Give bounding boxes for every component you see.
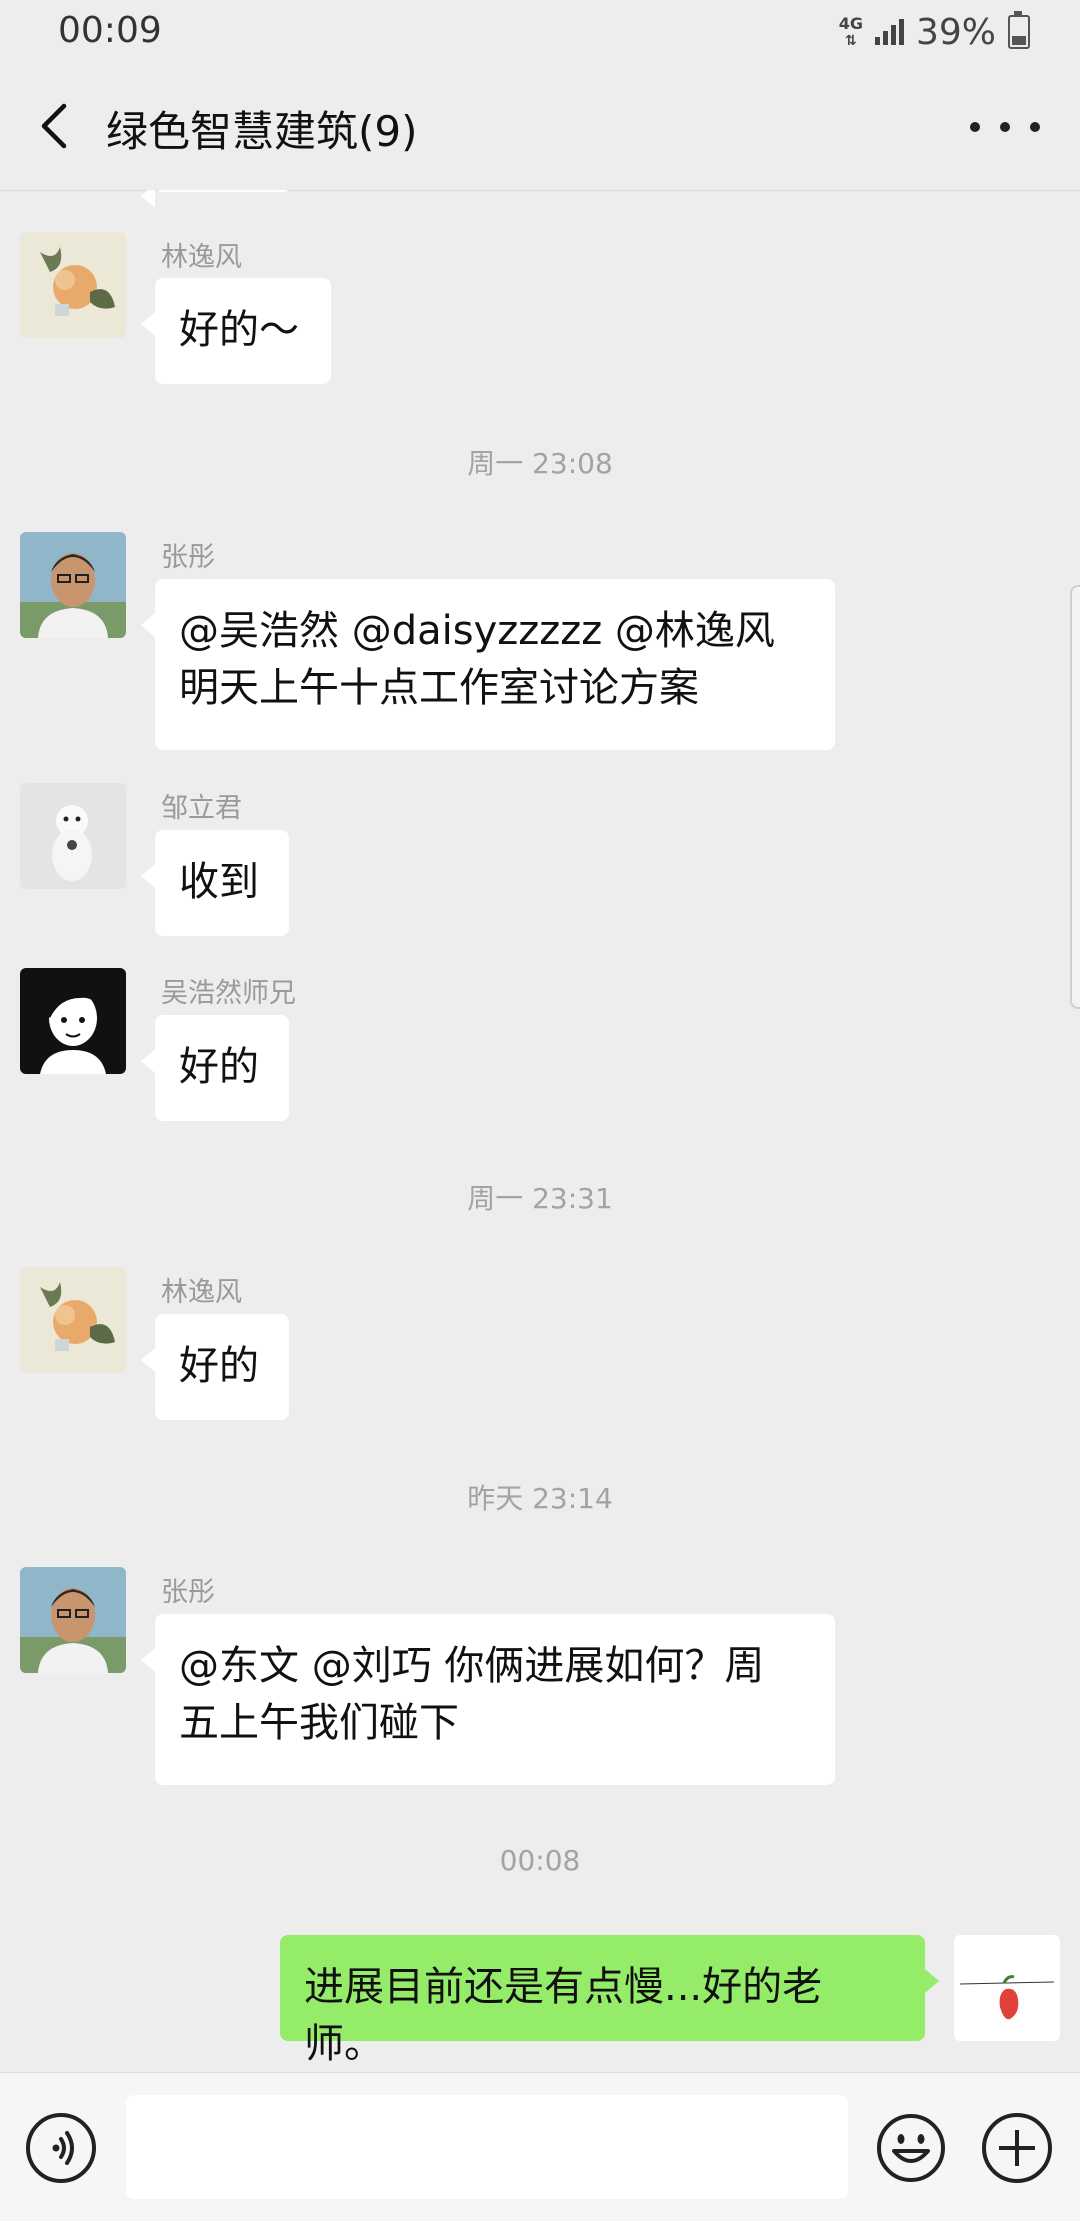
battery-percent: 39% [915,11,996,53]
chat-area[interactable]: 林逸风 好的～ 周一 23:08 张彤 @吴浩然 @daisyzzzzz @林逸… [0,190,1080,2072]
back-arrow-icon[interactable] [32,98,88,154]
avatar-self[interactable] [954,1935,1060,2041]
time-divider: 周一 23:08 [467,447,613,480]
message-bubble[interactable]: 收到 [141,830,289,936]
emoji-icon[interactable] [876,2113,946,2183]
status-time: 00:09 [58,10,162,51]
time-divider: 00:08 [499,1844,581,1877]
input-bar [0,2072,1080,2221]
plus-icon[interactable] [982,2113,1052,2183]
chat-header: 绿色智慧建筑(9) [0,64,1080,191]
avatar-linyifeng[interactable] [20,1267,126,1373]
status-icons: 4G ⇅ 39% [839,10,1030,54]
message-bubble[interactable]: @东文 @刘巧 你俩进展如何？周 五上午我们碰下 [141,1614,835,1785]
avatar-zoulijun[interactable] [20,783,126,889]
sender-name: 林逸风 [161,242,242,273]
status-bar: 00:09 4G ⇅ 39% [0,0,1080,64]
chat-title: 绿色智慧建筑(9) [106,107,418,156]
message-bubble[interactable]: 好的 [141,1314,289,1420]
message-bubble-partial[interactable] [141,190,291,208]
sender-name: 邹立君 [161,793,242,824]
battery-icon [1008,11,1030,49]
message-bubble[interactable]: @吴浩然 @daisyzzzzz @林逸风 明天上午十点工作室讨论方案 [141,579,835,750]
avatar-linyifeng[interactable] [20,232,126,338]
avatar-wuhaoran[interactable] [20,968,126,1074]
message-bubble[interactable]: 好的～ [141,278,331,384]
network-type-label: 4G [838,13,863,33]
sender-name: 张彤 [161,1577,215,1608]
time-divider: 周一 23:31 [467,1182,613,1215]
network-4g-icon: 4G ⇅ [838,13,863,49]
voice-icon[interactable] [26,2113,96,2183]
message-input[interactable] [126,2095,848,2199]
sender-name: 张彤 [161,542,215,573]
scrollbar-thumb[interactable] [1070,585,1080,1009]
more-icon[interactable] [970,104,1040,150]
signal-icon [874,19,904,45]
time-divider: 昨天 23:14 [467,1482,613,1515]
sender-name: 林逸风 [161,1277,242,1308]
message-bubble-self[interactable]: 进展目前还是有点慢...好的老师。 [280,1935,939,2067]
sender-name: 吴浩然师兄 [161,978,296,1009]
message-bubble[interactable]: 好的 [141,1015,289,1121]
avatar-zhangtong[interactable] [20,532,126,638]
avatar-zhangtong[interactable] [20,1567,126,1673]
